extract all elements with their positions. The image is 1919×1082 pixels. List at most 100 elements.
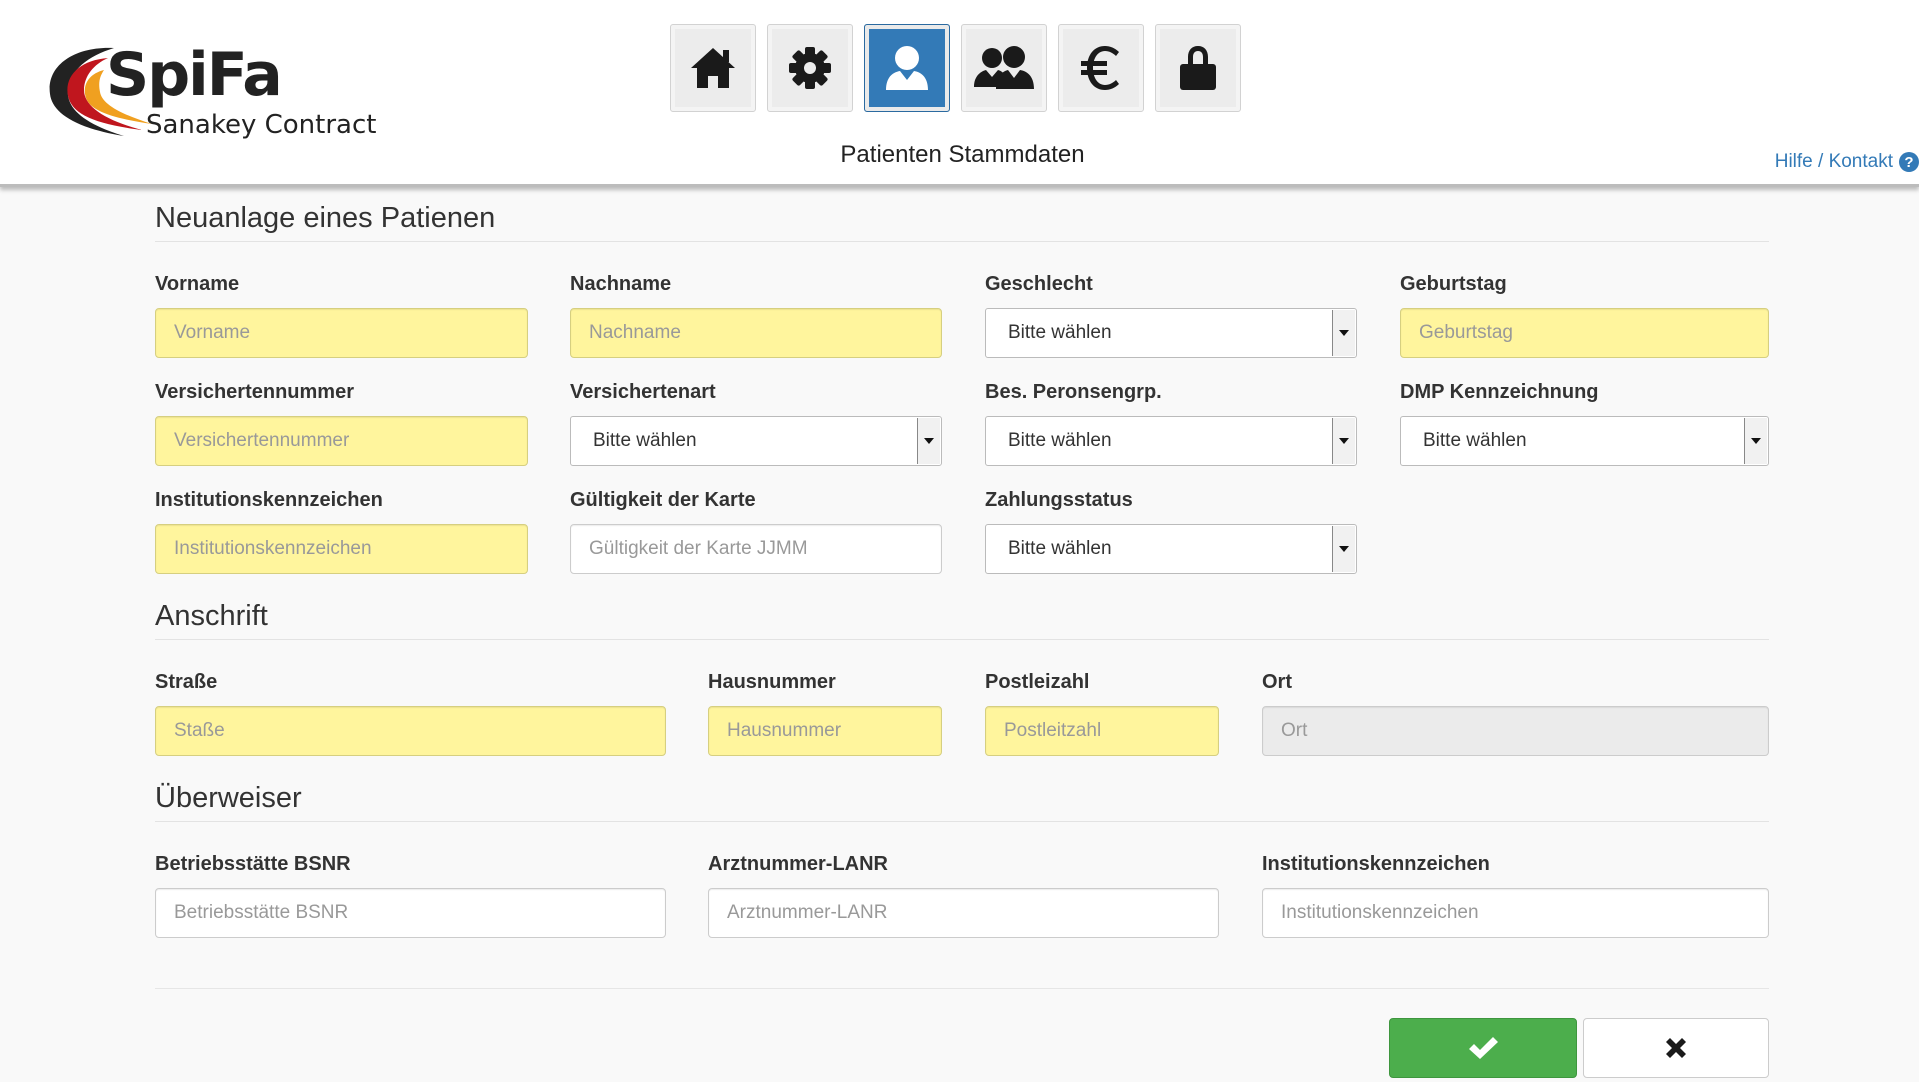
label-bes-personengrp: Bes. Peronsengrp. [985,381,1162,403]
geburtstag-input[interactable]: Geburtstag [1400,308,1769,358]
bes-personengrp-select[interactable]: Bitte wählen [985,416,1357,466]
lock-icon [1180,46,1216,90]
section-title-patient: Neuanlage eines Patienen [155,202,1769,242]
spifa-logo[interactable]: SpiFa Sanakey Contract [44,40,377,150]
field-hausnummer: Hausnummer Hausnummer [708,671,942,756]
nav-billing-button[interactable] [1058,24,1144,112]
gear-icon [789,47,831,89]
cancel-button[interactable] [1583,1018,1769,1078]
label-versichertenart: Versichertenart [570,381,716,403]
hausnummer-placeholder: Hausnummer [727,720,842,741]
institutionskennzeichen-input[interactable]: Institutionskennzeichen [155,524,528,574]
field-vorname: Vorname Vorname [155,273,528,358]
ik-ueberweiser-input[interactable]: Institutionskennzeichen [1262,888,1769,938]
label-strasse: Straße [155,671,218,693]
bsnr-input[interactable]: Betriebsstätte BSNR [155,888,666,938]
form-divider [155,988,1769,989]
home-icon [691,48,735,88]
strasse-placeholder: Staße [174,720,225,741]
field-geschlecht: Geschlecht Bitte wählen [985,273,1357,358]
field-institutionskennzeichen: Institutionskennzeichen Institutionskenn… [155,489,528,574]
question-icon: ? [1899,152,1919,172]
field-strasse: Straße Staße [155,671,666,756]
field-dmp: DMP Kennzeichnung Bitte wählen [1400,381,1769,466]
field-gueltigkeit: Gültigkeit der Karte Gültigkeit der Kart… [570,489,942,574]
institutionskennzeichen-placeholder: Institutionskennzeichen [174,538,372,559]
field-bsnr: Betriebsstätte BSNR Betriebsstätte BSNR [155,853,666,938]
field-versichertenart: Versichertenart Bitte wählen [570,381,942,466]
label-geschlecht: Geschlecht [985,273,1093,295]
dmp-value: Bitte wählen [1423,430,1527,451]
main-nav [670,24,1241,114]
euro-icon [1081,46,1119,90]
logo-subtitle: Sanakey Contract [146,110,377,140]
bes-personengrp-value: Bitte wählen [1008,430,1112,451]
save-button[interactable] [1389,1018,1577,1078]
help-contact-link[interactable]: Hilfe / Kontakt ? [1775,151,1919,173]
versichertenart-value: Bitte wählen [593,430,697,451]
gueltigkeit-input[interactable]: Gültigkeit der Karte JJMM [570,524,942,574]
section-title-address: Anschrift [155,600,1769,640]
ik-ueberweiser-placeholder: Institutionskennzeichen [1281,902,1479,923]
ort-input: Ort [1262,706,1769,756]
hausnummer-input[interactable]: Hausnummer [708,706,942,756]
label-hausnummer: Hausnummer [708,671,836,693]
geburtstag-placeholder: Geburtstag [1419,322,1513,343]
geschlecht-select[interactable]: Bitte wählen [985,308,1357,358]
chevron-down-icon [917,418,940,464]
strasse-input[interactable]: Staße [155,706,666,756]
app-header: SpiFa Sanakey Contract Patienten Stammda… [0,0,1919,187]
help-link-label: Hilfe / Kontakt [1774,151,1893,172]
label-bsnr: Betriebsstätte BSNR [155,853,351,875]
zahlungsstatus-value: Bitte wählen [1008,538,1112,559]
label-dmp: DMP Kennzeichnung [1400,381,1599,403]
field-lanr: Arztnummer-LANR Arztnummer-LANR [708,853,1219,938]
field-ik-ueberweiser: Institutionskennzeichen Institutionskenn… [1262,853,1769,938]
postleitzahl-placeholder: Postleitzahl [1004,720,1102,741]
versichertennummer-input[interactable]: Versichertennummer [155,416,528,466]
field-versichertennummer: Versichertennummer Versichertennummer [155,381,528,466]
chevron-down-icon [1744,418,1767,464]
ort-placeholder: Ort [1281,720,1308,741]
label-zahlungsstatus: Zahlungsstatus [985,489,1133,511]
nav-home-button[interactable] [670,24,756,112]
user-icon [886,46,928,90]
field-postleitzahl: Postleizahl Postleitzahl [985,671,1219,756]
label-vorname: Vorname [155,273,240,295]
close-icon [1666,1038,1686,1058]
versichertenart-select[interactable]: Bitte wählen [570,416,942,466]
label-ik-ueberweiser: Institutionskennzeichen [1262,853,1490,875]
zahlungsstatus-select[interactable]: Bitte wählen [985,524,1357,574]
nav-users-button[interactable] [961,24,1047,112]
postleitzahl-input[interactable]: Postleitzahl [985,706,1219,756]
bsnr-placeholder: Betriebsstätte BSNR [174,902,349,923]
lanr-input[interactable]: Arztnummer-LANR [708,888,1219,938]
label-lanr: Arztnummer-LANR [708,853,888,875]
vorname-placeholder: Vorname [174,322,251,343]
check-icon [1469,1037,1498,1059]
field-nachname: Nachname Nachname [570,273,942,358]
field-ort: Ort Ort [1262,671,1769,756]
lanr-placeholder: Arztnummer-LANR [727,902,888,923]
nachname-placeholder: Nachname [589,322,681,343]
page-title: Patienten Stammdaten [840,141,1085,168]
label-gueltigkeit: Gültigkeit der Karte [570,489,756,511]
nav-settings-button[interactable] [767,24,853,112]
nav-lock-button[interactable] [1155,24,1241,112]
section-title-referrer: Überweiser [155,782,1769,822]
label-postleitzahl: Postleizahl [985,671,1090,693]
label-institutionskennzeichen: Institutionskennzeichen [155,489,383,511]
label-geburtstag: Geburtstag [1400,273,1507,295]
field-bes-personengrp: Bes. Peronsengrp. Bitte wählen [985,381,1357,466]
chevron-down-icon [1332,418,1355,464]
chevron-down-icon [1332,310,1355,356]
nachname-input[interactable]: Nachname [570,308,942,358]
vorname-input[interactable]: Vorname [155,308,528,358]
field-zahlungsstatus: Zahlungsstatus Bitte wählen [985,489,1357,574]
chevron-down-icon [1332,526,1355,572]
gueltigkeit-placeholder: Gültigkeit der Karte JJMM [589,538,808,559]
geschlecht-value: Bitte wählen [1008,322,1112,343]
versichertennummer-placeholder: Versichertennummer [174,430,350,451]
nav-patient-button[interactable] [864,24,950,112]
dmp-select[interactable]: Bitte wählen [1400,416,1769,466]
